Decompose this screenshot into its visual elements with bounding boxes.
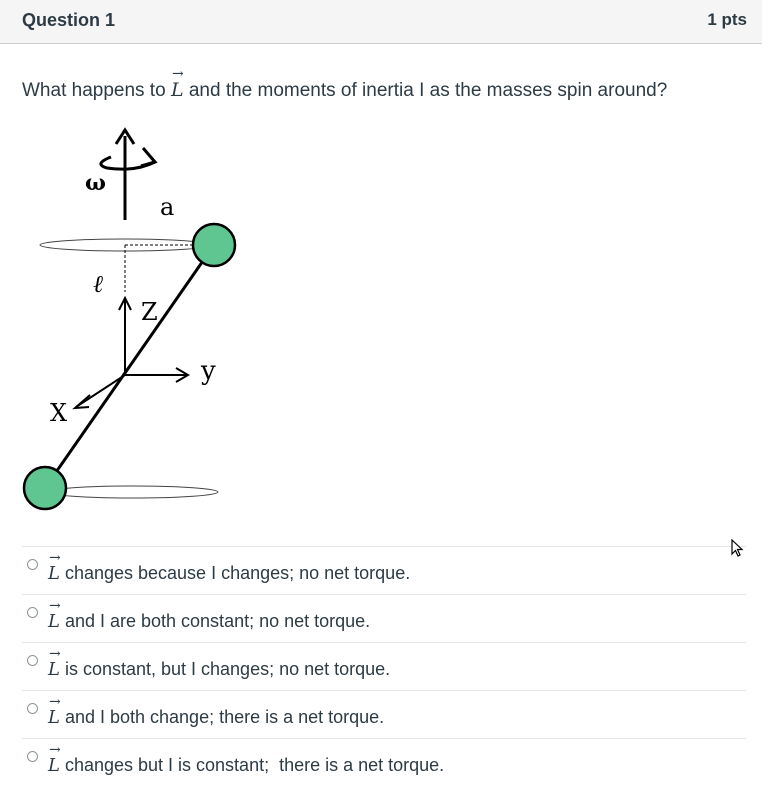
connecting-rod bbox=[43, 244, 216, 489]
answer-radio-3[interactable] bbox=[27, 655, 38, 666]
x-label: X bbox=[50, 399, 67, 427]
rotating-masses-diagram: ω a ℓ Z y X bbox=[22, 127, 237, 511]
vector-l-symbol: L bbox=[171, 66, 184, 101]
question-points: 1 pts bbox=[707, 10, 747, 29]
answer-option-4[interactable]: L and I both change; there is a net torq… bbox=[22, 690, 746, 738]
answer-option-1[interactable]: L changes because I changes; no net torq… bbox=[22, 546, 746, 594]
answer-vector-1: L bbox=[48, 550, 61, 584]
x-axis-arrowhead bbox=[72, 394, 91, 410]
answer-vector-3: L bbox=[48, 646, 61, 680]
answer-text-1: L changes because I changes; no net torq… bbox=[48, 550, 411, 584]
answer-vector-5: L bbox=[48, 742, 61, 776]
answer-radio-5[interactable] bbox=[27, 751, 38, 762]
y-label: y bbox=[200, 356, 216, 386]
answer-option-2[interactable]: L and I are both constant; no net torque… bbox=[22, 594, 746, 642]
answer-list: L changes because I changes; no net torq… bbox=[22, 546, 746, 786]
question-text-after: and the moments of inertia I as the mass… bbox=[183, 80, 668, 101]
l-label: ℓ bbox=[93, 270, 103, 298]
answer-label-1: changes because I changes; no net torque… bbox=[59, 563, 411, 583]
question-header: Question 1 1 pts bbox=[0, 0, 762, 44]
omega-label: ω bbox=[85, 170, 106, 196]
answer-text-3: L is constant, but I changes; no net tor… bbox=[48, 646, 391, 680]
z-label: Z bbox=[141, 298, 158, 326]
answer-radio-2[interactable] bbox=[27, 607, 38, 618]
a-label: a bbox=[160, 193, 174, 221]
question-title: Question 1 bbox=[22, 10, 116, 30]
question-text-before: What happens to bbox=[22, 80, 171, 101]
top-mass bbox=[191, 222, 237, 268]
rotation-curl-arrowhead bbox=[140, 147, 158, 168]
answer-vector-4: L bbox=[48, 694, 61, 728]
answer-radio-4[interactable] bbox=[27, 703, 38, 714]
x-axis bbox=[75, 374, 126, 408]
bottom-orbit-ellipse bbox=[47, 485, 219, 499]
answer-option-3[interactable]: L is constant, but I changes; no net tor… bbox=[22, 642, 746, 690]
answer-text-5: L changes but I is constant; there is a … bbox=[48, 742, 445, 776]
answer-vector-2: L bbox=[48, 598, 61, 632]
answer-label-5: changes but I is constant; there is a ne… bbox=[59, 755, 445, 775]
answer-label-3: is constant, but I changes; no net torqu… bbox=[59, 659, 391, 679]
mouse-pointer-icon bbox=[731, 539, 744, 557]
question-text: What happens to L and the moments of ine… bbox=[22, 66, 668, 102]
answer-text-4: L and I both change; there is a net torq… bbox=[48, 694, 385, 728]
answer-text-2: L and I are both constant; no net torque… bbox=[48, 598, 371, 632]
answer-radio-1[interactable] bbox=[27, 559, 38, 570]
bottom-mass bbox=[22, 465, 68, 511]
answer-option-5[interactable]: L changes but I is constant; there is a … bbox=[22, 738, 746, 786]
answer-label-4: and I both change; there is a net torque… bbox=[59, 707, 385, 727]
answer-label-2: and I are both constant; no net torque. bbox=[59, 611, 371, 631]
